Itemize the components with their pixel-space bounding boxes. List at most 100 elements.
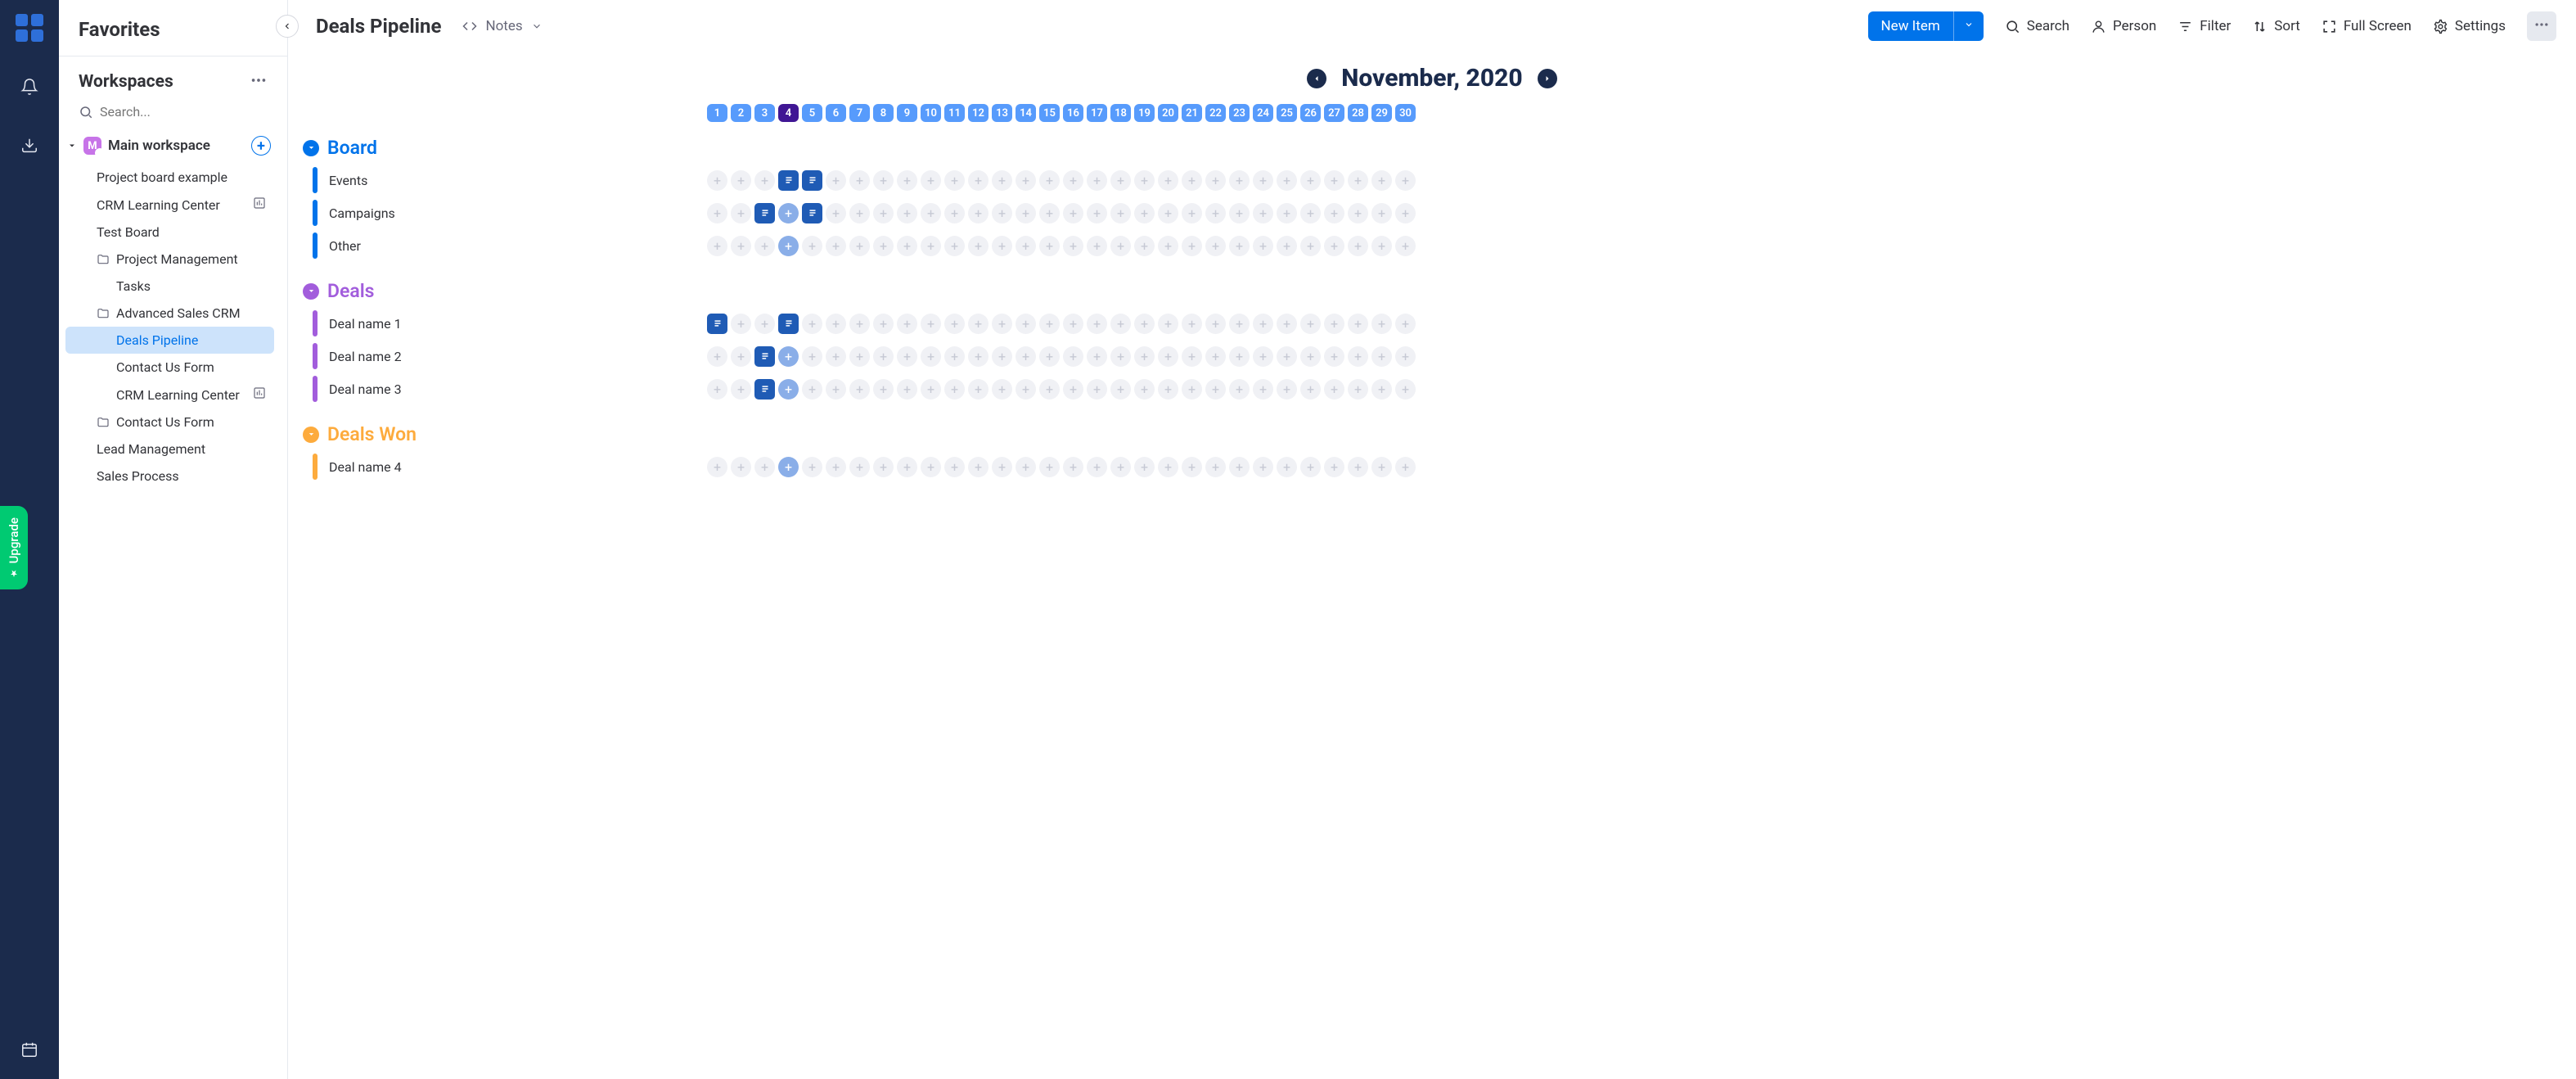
- add-cell[interactable]: [1324, 346, 1344, 367]
- calendar-card[interactable]: [754, 203, 775, 223]
- add-cell[interactable]: [1324, 203, 1344, 223]
- tree-item-3[interactable]: Project Management: [65, 246, 274, 273]
- add-cell[interactable]: [1229, 314, 1250, 334]
- add-cell[interactable]: [1110, 203, 1131, 223]
- add-cell[interactable]: [944, 236, 965, 256]
- add-cell[interactable]: [1134, 236, 1155, 256]
- add-cell[interactable]: [897, 379, 917, 400]
- add-cell[interactable]: [849, 379, 870, 400]
- add-cell[interactable]: [873, 236, 894, 256]
- calendar-card[interactable]: [778, 170, 799, 191]
- add-cell[interactable]: [1158, 314, 1178, 334]
- add-cell[interactable]: [1016, 170, 1036, 191]
- day-10[interactable]: 10: [921, 104, 941, 122]
- add-cell[interactable]: [1158, 457, 1178, 477]
- add-cell[interactable]: [992, 314, 1012, 334]
- add-cell[interactable]: [1063, 457, 1083, 477]
- add-cell[interactable]: [826, 314, 846, 334]
- add-cell[interactable]: [754, 170, 775, 191]
- add-cell[interactable]: [873, 346, 894, 367]
- add-cell[interactable]: [1063, 346, 1083, 367]
- add-cell[interactable]: [1395, 346, 1416, 367]
- calendar-card[interactable]: [707, 314, 727, 334]
- add-cell[interactable]: [1182, 170, 1202, 191]
- calendar-card[interactable]: [754, 346, 775, 367]
- add-cell[interactable]: [968, 170, 989, 191]
- tree-item-2[interactable]: Test Board: [65, 219, 274, 246]
- add-cell[interactable]: [1158, 346, 1178, 367]
- add-cell[interactable]: [1039, 203, 1060, 223]
- add-cell[interactable]: [1205, 379, 1226, 400]
- add-cell[interactable]: [1158, 170, 1178, 191]
- add-cell[interactable]: [944, 203, 965, 223]
- add-cell[interactable]: [849, 457, 870, 477]
- add-cell[interactable]: [1205, 170, 1226, 191]
- day-20[interactable]: 20: [1158, 104, 1178, 122]
- day-29[interactable]: 29: [1371, 104, 1392, 122]
- add-cell[interactable]: [731, 203, 751, 223]
- add-cell[interactable]: [849, 236, 870, 256]
- add-cell[interactable]: [1087, 379, 1107, 400]
- add-cell[interactable]: [1182, 236, 1202, 256]
- add-cell[interactable]: [707, 203, 727, 223]
- add-cell[interactable]: [802, 379, 822, 400]
- add-cell[interactable]: [1205, 314, 1226, 334]
- add-cell[interactable]: [992, 346, 1012, 367]
- add-cell[interactable]: [1134, 314, 1155, 334]
- add-cell[interactable]: [1253, 170, 1273, 191]
- add-cell[interactable]: [1182, 314, 1202, 334]
- add-cell[interactable]: [1371, 379, 1392, 400]
- add-cell[interactable]: [754, 236, 775, 256]
- group-toggle[interactable]: [303, 427, 319, 443]
- add-board-button[interactable]: +: [251, 136, 271, 156]
- item-label[interactable]: Deal name 3: [329, 381, 416, 397]
- day-6[interactable]: 6: [826, 104, 846, 122]
- add-cell[interactable]: [1300, 379, 1321, 400]
- add-cell[interactable]: [1229, 203, 1250, 223]
- add-cell[interactable]: [849, 346, 870, 367]
- add-cell[interactable]: [968, 314, 989, 334]
- add-cell[interactable]: [707, 346, 727, 367]
- new-item-button[interactable]: New Item: [1868, 11, 1953, 41]
- add-cell[interactable]: [1158, 236, 1178, 256]
- add-cell[interactable]: [1134, 346, 1155, 367]
- calendar-card[interactable]: [754, 379, 775, 400]
- add-cell[interactable]: [992, 203, 1012, 223]
- add-cell[interactable]: [1134, 379, 1155, 400]
- add-cell[interactable]: [1229, 236, 1250, 256]
- item-label[interactable]: Deal name 1: [329, 316, 416, 332]
- add-cell[interactable]: [826, 203, 846, 223]
- add-cell[interactable]: [1087, 457, 1107, 477]
- day-16[interactable]: 16: [1063, 104, 1083, 122]
- add-cell[interactable]: [707, 379, 727, 400]
- add-cell[interactable]: [1182, 346, 1202, 367]
- fullscreen-action[interactable]: Full Screen: [2322, 18, 2412, 34]
- add-cell[interactable]: [1277, 379, 1297, 400]
- add-cell[interactable]: [754, 457, 775, 477]
- add-cell[interactable]: [992, 457, 1012, 477]
- day-18[interactable]: 18: [1110, 104, 1131, 122]
- add-hole[interactable]: [778, 457, 799, 477]
- add-cell[interactable]: [1039, 346, 1060, 367]
- add-cell[interactable]: [1039, 170, 1060, 191]
- add-cell[interactable]: [968, 236, 989, 256]
- day-13[interactable]: 13: [992, 104, 1012, 122]
- group-toggle[interactable]: [303, 283, 319, 300]
- filter-action[interactable]: Filter: [2177, 18, 2231, 34]
- workspaces-more-icon[interactable]: [250, 71, 268, 93]
- add-cell[interactable]: [1229, 379, 1250, 400]
- add-cell[interactable]: [849, 314, 870, 334]
- tree-item-1[interactable]: CRM Learning Center: [65, 191, 274, 219]
- add-cell[interactable]: [1348, 379, 1368, 400]
- tree-item-5[interactable]: Advanced Sales CRM: [65, 300, 274, 327]
- add-cell[interactable]: [1277, 170, 1297, 191]
- add-cell[interactable]: [944, 457, 965, 477]
- add-cell[interactable]: [921, 203, 941, 223]
- add-cell[interactable]: [992, 170, 1012, 191]
- add-cell[interactable]: [921, 236, 941, 256]
- day-7[interactable]: 7: [849, 104, 870, 122]
- app-logo[interactable]: [11, 10, 47, 46]
- add-cell[interactable]: [1324, 314, 1344, 334]
- add-cell[interactable]: [1039, 457, 1060, 477]
- bell-icon[interactable]: [11, 69, 47, 105]
